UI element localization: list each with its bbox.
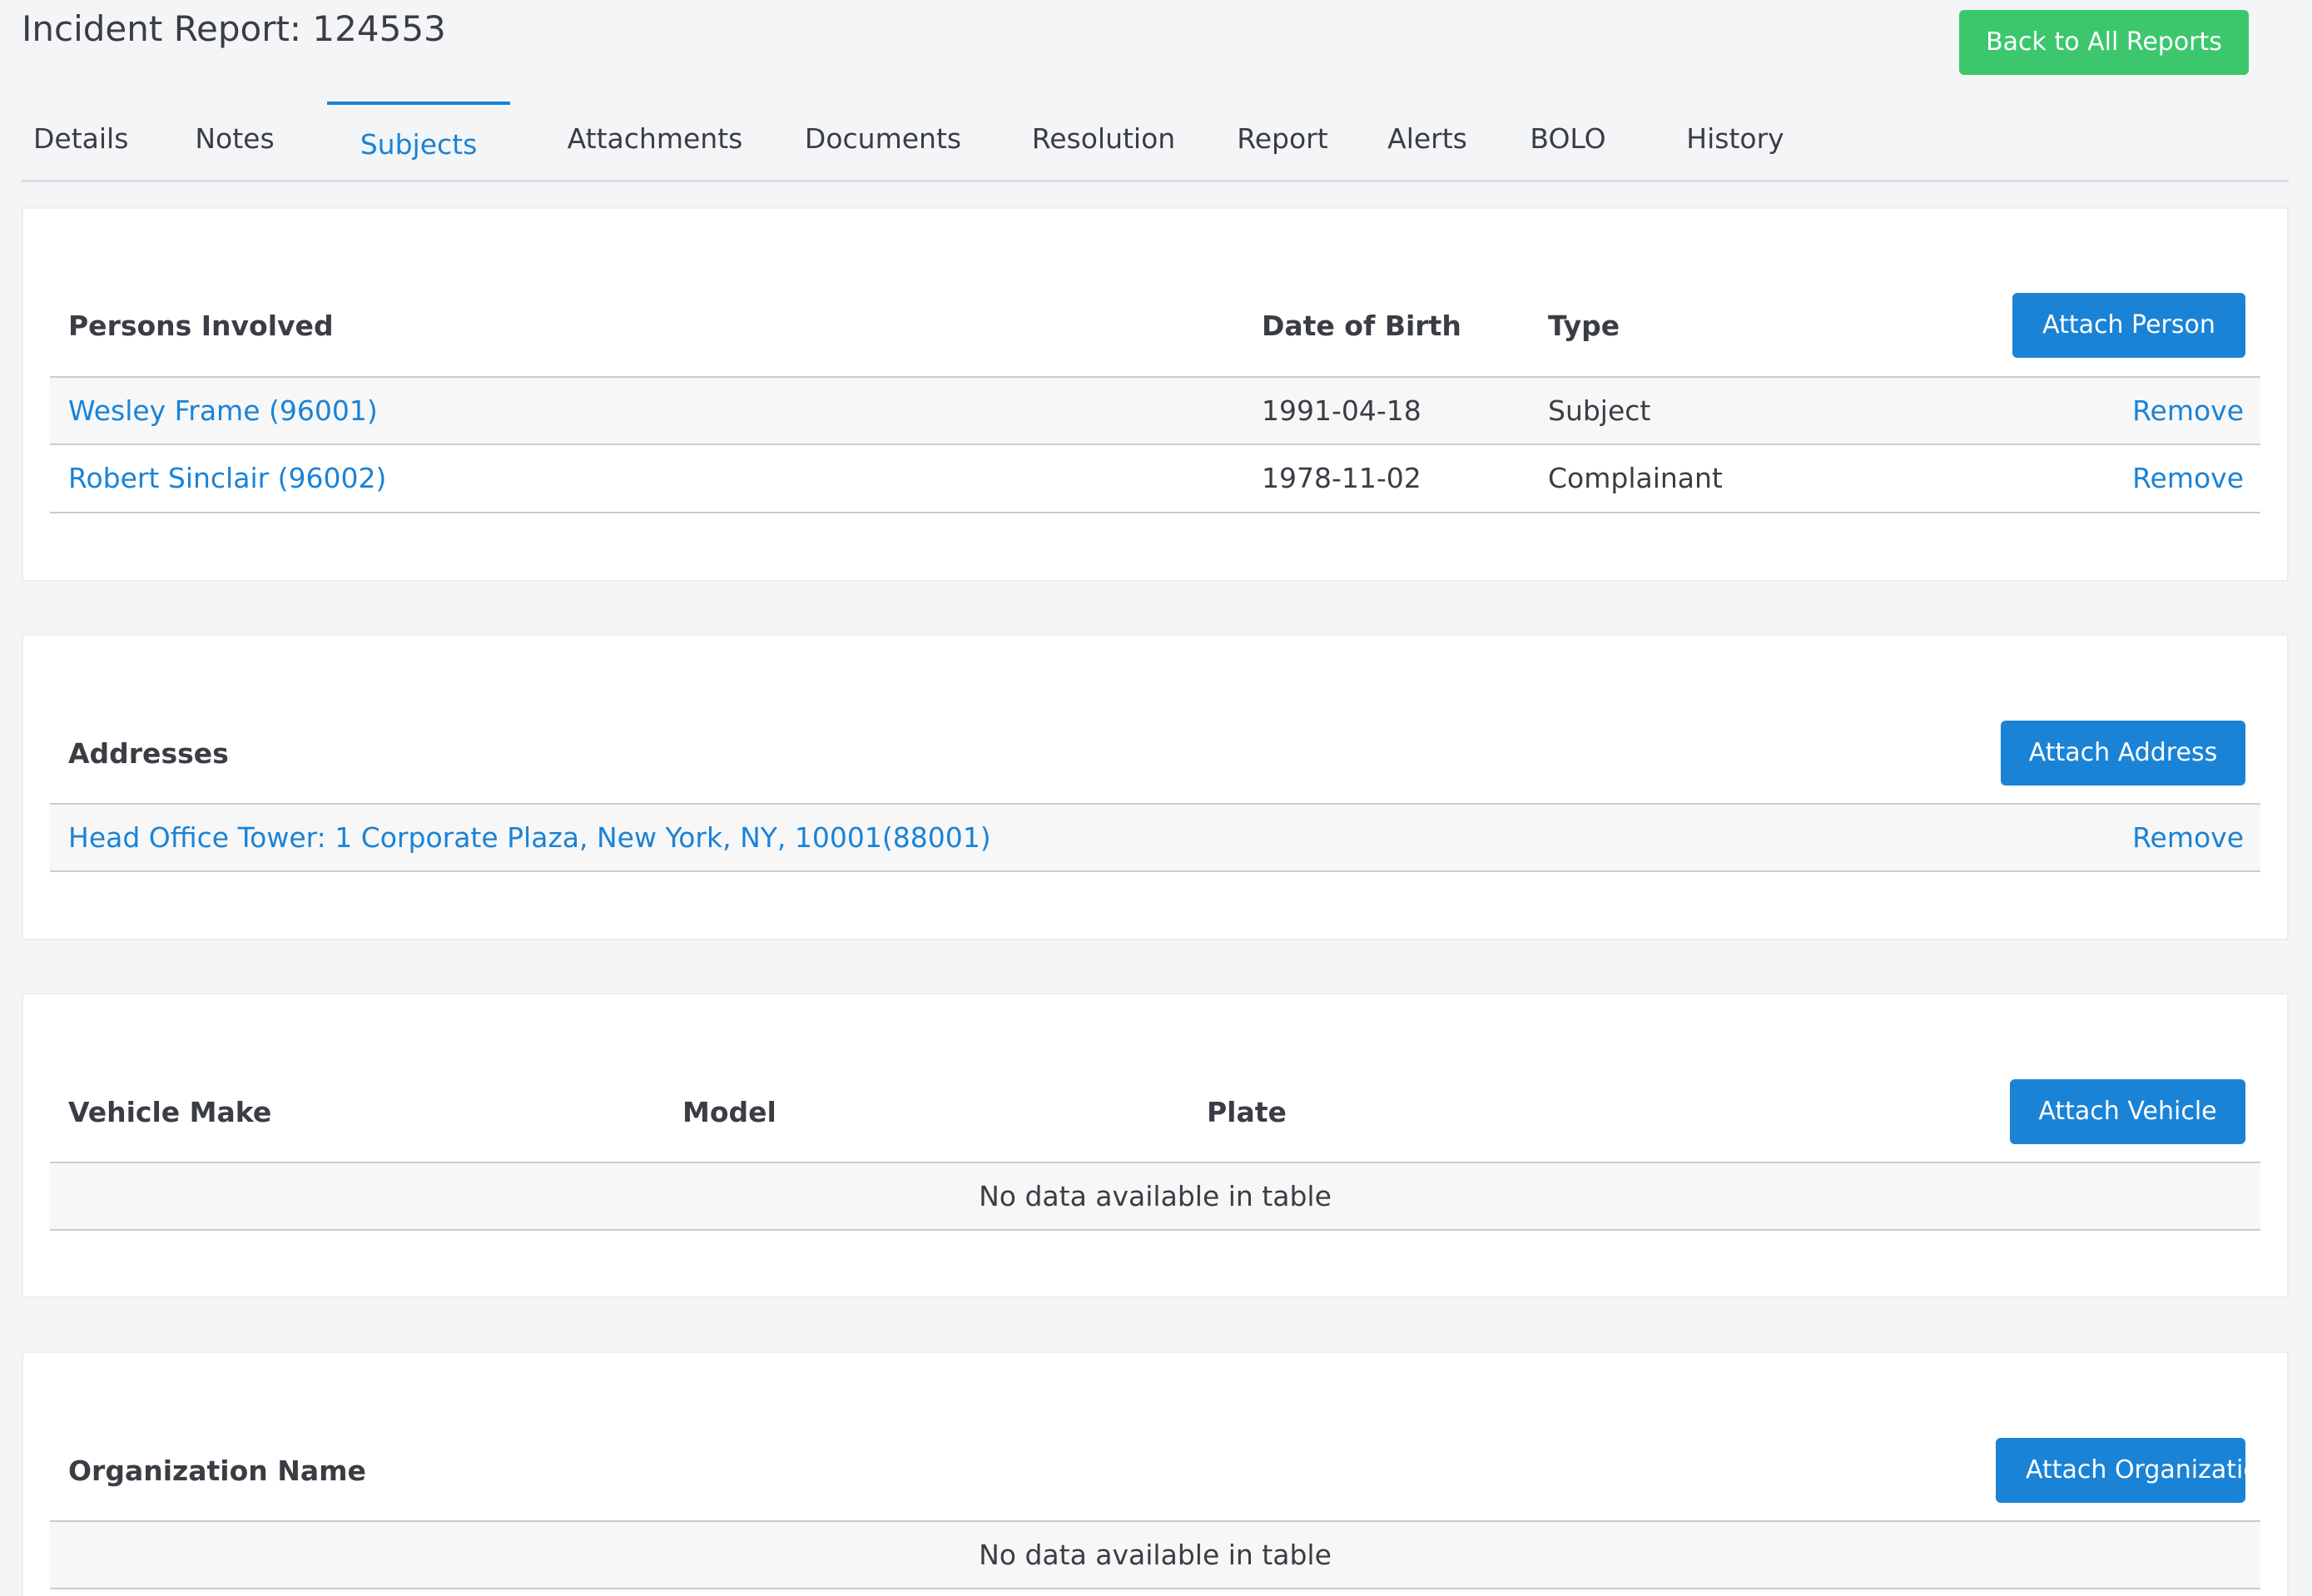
vehicle-make-header: Vehicle Make bbox=[68, 1096, 272, 1128]
attach-person-button[interactable]: Attach Person bbox=[2012, 293, 2245, 358]
organizations-card: Organization Name Attach Organization No… bbox=[22, 1351, 2289, 1596]
tab-resolution[interactable]: Resolution bbox=[1000, 102, 1208, 180]
person-dob: 1991-04-18 bbox=[1262, 394, 1421, 427]
remove-person-link[interactable]: Remove bbox=[2132, 445, 2244, 512]
empty-table-message: No data available in table bbox=[979, 1539, 1332, 1571]
table-row: Head Office Tower: 1 Corporate Plaza, Ne… bbox=[50, 803, 2260, 872]
vehicles-card: Vehicle Make Model Plate Attach Vehicle … bbox=[22, 993, 2289, 1298]
tab-documents[interactable]: Documents bbox=[779, 102, 987, 180]
empty-table-message: No data available in table bbox=[979, 1180, 1332, 1212]
attach-organization-button[interactable]: Attach Organization bbox=[1996, 1438, 2245, 1503]
tab-bolo[interactable]: BOLO bbox=[1522, 102, 1614, 180]
addresses-header: Addresses bbox=[68, 737, 229, 770]
remove-person-link[interactable]: Remove bbox=[2132, 378, 2244, 444]
back-to-all-reports-button[interactable]: Back to All Reports bbox=[1959, 10, 2249, 75]
attach-vehicle-button[interactable]: Attach Vehicle bbox=[2010, 1079, 2245, 1144]
tab-bar: Details Notes Subjects Attachments Docum… bbox=[22, 102, 2289, 182]
date-of-birth-header: Date of Birth bbox=[1262, 310, 1461, 342]
attach-address-button[interactable]: Attach Address bbox=[2001, 721, 2245, 786]
persons-card: Persons Involved Date of Birth Type Atta… bbox=[22, 207, 2289, 582]
table-row: Wesley Frame (96001) 1991-04-18 Subject … bbox=[50, 376, 2260, 445]
tab-attachments[interactable]: Attachments bbox=[543, 102, 767, 180]
addresses-card: Addresses Attach Address Head Office Tow… bbox=[22, 634, 2289, 940]
person-type: Subject bbox=[1548, 394, 1651, 427]
tab-report[interactable]: Report bbox=[1220, 102, 1345, 180]
table-row: Robert Sinclair (96002) 1978-11-02 Compl… bbox=[50, 445, 2260, 513]
organization-name-header: Organization Name bbox=[68, 1455, 366, 1487]
plate-header: Plate bbox=[1207, 1096, 1287, 1128]
persons-involved-header: Persons Involved bbox=[68, 310, 334, 342]
person-name-link[interactable]: Robert Sinclair (96002) bbox=[68, 445, 386, 512]
table-row: No data available in table bbox=[50, 1162, 2260, 1231]
person-name-link[interactable]: Wesley Frame (96001) bbox=[68, 378, 378, 444]
tab-history[interactable]: History bbox=[1665, 102, 1806, 180]
tab-subjects[interactable]: Subjects bbox=[327, 102, 510, 180]
tab-details[interactable]: Details bbox=[33, 102, 128, 180]
remove-address-link[interactable]: Remove bbox=[2132, 805, 2244, 870]
address-link[interactable]: Head Office Tower: 1 Corporate Plaza, Ne… bbox=[68, 805, 991, 870]
incident-report-page: Incident Report: 124553 Back to All Repo… bbox=[0, 0, 2312, 1596]
person-type: Complainant bbox=[1548, 462, 1723, 494]
tab-alerts[interactable]: Alerts bbox=[1377, 102, 1477, 180]
person-dob: 1978-11-02 bbox=[1262, 462, 1421, 494]
type-header: Type bbox=[1548, 310, 1620, 342]
model-header: Model bbox=[682, 1096, 776, 1128]
tab-notes[interactable]: Notes bbox=[193, 102, 276, 180]
table-row: No data available in table bbox=[50, 1520, 2260, 1589]
page-title: Incident Report: 124553 bbox=[22, 8, 446, 49]
